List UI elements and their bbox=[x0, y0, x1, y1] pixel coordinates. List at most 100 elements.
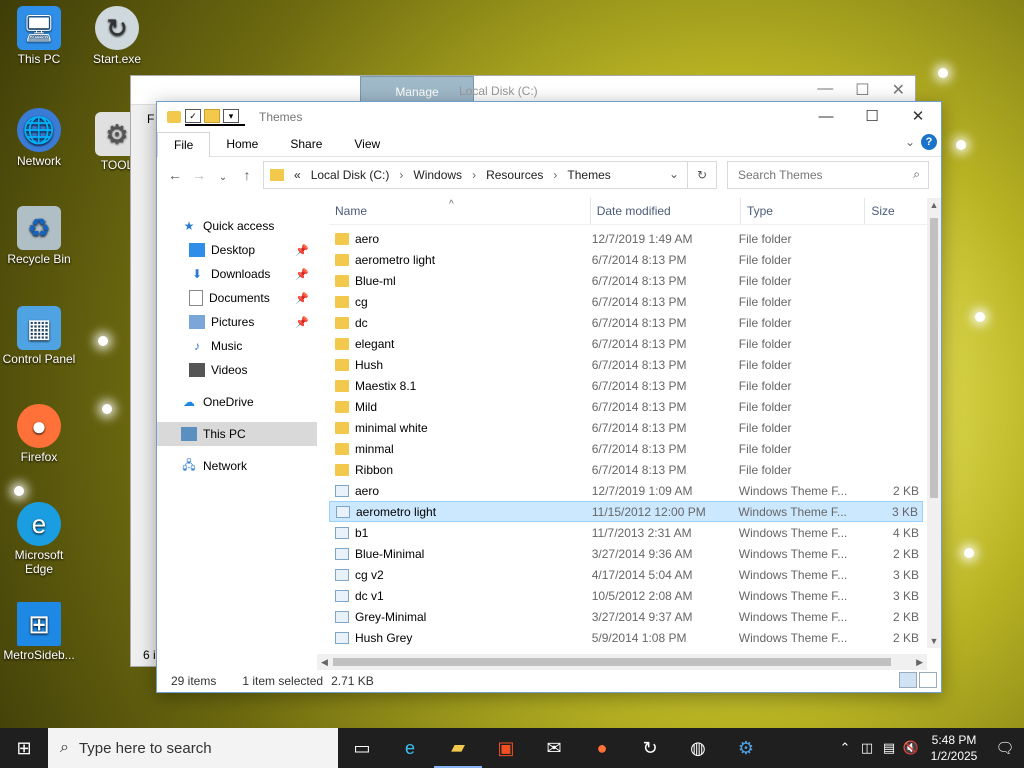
column-header-name[interactable]: ^ Name bbox=[329, 198, 590, 224]
address-bar[interactable]: « Local Disk (C:) › Windows › Resources … bbox=[263, 161, 688, 189]
horizontal-scrollbar[interactable]: ◀ ▶ bbox=[317, 654, 927, 670]
file-row[interactable]: elegant 6/7/2014 8:13 PM File folder bbox=[329, 333, 923, 354]
pin-icon[interactable]: 📌 bbox=[295, 292, 309, 305]
tab-share[interactable]: Share bbox=[274, 132, 338, 156]
pin-icon[interactable]: 📌 bbox=[295, 268, 309, 281]
breadcrumb-separator-icon[interactable]: › bbox=[472, 168, 476, 182]
file-row[interactable]: minmal 6/7/2014 8:13 PM File folder bbox=[329, 438, 923, 459]
column-header-type[interactable]: Type bbox=[739, 198, 864, 224]
close-icon[interactable]: ✕ bbox=[892, 80, 905, 100]
file-row[interactable]: Blue-Minimal 3/27/2014 9:36 AM Windows The… bbox=[329, 543, 923, 564]
breadcrumb-resources[interactable]: Resources bbox=[486, 168, 543, 182]
expand-ribbon-icon[interactable]: ⌄ bbox=[905, 135, 915, 149]
help-icon[interactable]: ? bbox=[921, 134, 937, 150]
file-row[interactable]: Hush 6/7/2014 8:13 PM File folder bbox=[329, 354, 923, 375]
forward-button[interactable]: → bbox=[187, 167, 211, 183]
details-view-icon[interactable] bbox=[899, 672, 917, 688]
new-folder-icon[interactable] bbox=[204, 109, 220, 123]
task-view-button[interactable]: ▭ bbox=[338, 728, 386, 768]
desktop-icon-control-panel[interactable]: ▦ Control Panel bbox=[0, 306, 78, 366]
scroll-up-icon[interactable]: ▲ bbox=[927, 200, 941, 210]
up-button[interactable]: ↑ bbox=[235, 167, 259, 183]
breadcrumb-overflow[interactable]: « bbox=[294, 168, 301, 182]
recent-locations-button[interactable]: ⌄ bbox=[211, 167, 235, 183]
pin-icon[interactable]: 📌 bbox=[295, 244, 309, 257]
customize-quick-access-icon[interactable]: ▾ bbox=[223, 109, 239, 123]
nav-quick-access[interactable]: ★ Quick access bbox=[157, 214, 317, 238]
notifications-icon[interactable]: 🗨 bbox=[986, 739, 1024, 757]
explorer-window-themes[interactable]: ✓ ▾ Themes — ☐ ✕ File Home Share View ⌄ … bbox=[156, 101, 942, 693]
desktop-icon-firefox[interactable]: ● Firefox bbox=[0, 404, 78, 464]
nav-this-pc[interactable]: This PC bbox=[157, 422, 317, 446]
desktop-icon-microsoft-edge[interactable]: e Microsoft Edge bbox=[0, 502, 78, 576]
desktop-icon-metrosidebar[interactable]: ⊞ MetroSideb... bbox=[0, 602, 78, 662]
tab-view[interactable]: View bbox=[338, 132, 396, 156]
search-box[interactable]: ⌕ bbox=[727, 161, 929, 189]
taskbar-start-exe[interactable]: ↻ bbox=[626, 728, 674, 768]
taskbar-search[interactable]: ⌕ Type here to search bbox=[48, 728, 338, 768]
taskbar-globe-app[interactable]: ◍ bbox=[674, 728, 722, 768]
camera-icon[interactable]: ◫ bbox=[856, 740, 878, 756]
horizontal-scroll-thumb[interactable] bbox=[333, 658, 891, 666]
desktop-icon-this-pc[interactable]: 🖥 This PC bbox=[0, 6, 78, 66]
nav-onedrive[interactable]: ☁ OneDrive bbox=[157, 390, 317, 414]
nav-item-documents[interactable]: Documents 📌 bbox=[157, 286, 317, 310]
network-icon[interactable]: ▤ bbox=[878, 740, 900, 756]
close-button[interactable]: ✕ bbox=[895, 102, 941, 130]
file-row[interactable]: dc 6/7/2014 8:13 PM File folder bbox=[329, 312, 923, 333]
file-row[interactable]: dc v1 10/5/2012 2:08 AM Windows Theme F...… bbox=[329, 585, 923, 606]
large-icons-view-icon[interactable] bbox=[919, 672, 937, 688]
pin-icon[interactable]: 📌 bbox=[295, 316, 309, 329]
file-row[interactable]: minimal white 6/7/2014 8:13 PM File folder bbox=[329, 417, 923, 438]
search-input[interactable] bbox=[736, 167, 900, 183]
maximize-icon[interactable]: ☐ bbox=[855, 80, 869, 100]
taskbar-store[interactable]: ▣ bbox=[482, 728, 530, 768]
scroll-left-icon[interactable]: ◀ bbox=[321, 654, 328, 670]
taskbar-file-explorer[interactable]: ▰ bbox=[434, 728, 482, 768]
chevron-down-icon[interactable]: ⌄ bbox=[669, 167, 679, 181]
breadcrumb-local-disk[interactable]: Local Disk (C:) bbox=[311, 168, 390, 182]
manage-tab[interactable]: Manage bbox=[360, 76, 474, 104]
nav-item-pictures[interactable]: Pictures 📌 bbox=[157, 310, 317, 334]
nav-item-videos[interactable]: Videos bbox=[157, 358, 317, 382]
file-row[interactable]: Hush Grey 5/9/2014 1:08 PM Windows Theme F… bbox=[329, 627, 923, 648]
nav-item-downloads[interactable]: ⬇ Downloads 📌 bbox=[157, 262, 317, 286]
file-row[interactable]: aero 12/7/2019 1:49 AM File folder bbox=[329, 228, 923, 249]
breadcrumb-themes[interactable]: Themes bbox=[567, 168, 610, 182]
file-row[interactable]: aerometro light 6/7/2014 8:13 PM File fold… bbox=[329, 249, 923, 270]
refresh-button[interactable]: ↻ bbox=[687, 161, 717, 189]
tab-home[interactable]: Home bbox=[210, 132, 274, 156]
tab-file[interactable]: File bbox=[157, 131, 211, 157]
scroll-down-icon[interactable]: ▼ bbox=[927, 636, 941, 646]
nav-item-music[interactable]: ♪ Music bbox=[157, 334, 317, 358]
nav-item-desktop[interactable]: Desktop 📌 bbox=[157, 238, 317, 262]
column-header-date[interactable]: Date modified bbox=[589, 198, 740, 224]
nav-network[interactable]: 🖧 Network bbox=[157, 454, 317, 478]
file-row[interactable]: Grey-Minimal 3/27/2014 9:37 AM Windows The… bbox=[329, 606, 923, 627]
properties-icon[interactable]: ✓ bbox=[185, 109, 201, 123]
desktop-icon-start-exe[interactable]: ↻ Start.exe bbox=[78, 6, 156, 66]
desktop-icon-network[interactable]: 🌐 Network bbox=[0, 108, 78, 168]
taskbar-firefox[interactable]: ● bbox=[578, 728, 626, 768]
file-row[interactable]: cg v2 4/17/2014 5:04 AM Windows Theme F...… bbox=[329, 564, 923, 585]
file-row[interactable]: cg 6/7/2014 8:13 PM File folder bbox=[329, 291, 923, 312]
file-row[interactable]: b1 11/7/2013 2:31 AM Windows Theme F... 4 K… bbox=[329, 522, 923, 543]
chevron-up-icon[interactable]: ⌃ bbox=[834, 740, 856, 756]
file-row[interactable]: Blue-ml 6/7/2014 8:13 PM File folder bbox=[329, 270, 923, 291]
clock[interactable]: 5:48 PM 1/2/2025 bbox=[922, 732, 986, 764]
file-row[interactable]: aero 12/7/2019 1:09 AM Windows Theme F... 2… bbox=[329, 480, 923, 501]
desktop-icon-recycle-bin[interactable]: ♻ Recycle Bin bbox=[0, 206, 78, 266]
scroll-right-icon[interactable]: ▶ bbox=[916, 654, 923, 670]
file-row[interactable]: Ribbon 6/7/2014 8:13 PM File folder bbox=[329, 459, 923, 480]
taskbar-tool-app[interactable]: ⚙ bbox=[722, 728, 770, 768]
file-row[interactable]: Maestix 8.1 6/7/2014 8:13 PM File folder bbox=[329, 375, 923, 396]
file-row[interactable]: aerometro light 11/15/2012 12:00 PM Window… bbox=[329, 501, 923, 522]
breadcrumb-windows[interactable]: Windows bbox=[413, 168, 462, 182]
maximize-button[interactable]: ☐ bbox=[849, 102, 895, 130]
start-button[interactable]: ⊞ bbox=[0, 728, 48, 768]
vertical-scrollbar[interactable]: ▲ ▼ bbox=[927, 198, 941, 648]
minimize-icon[interactable]: — bbox=[817, 80, 833, 100]
vertical-scroll-thumb[interactable] bbox=[930, 218, 938, 498]
minimize-button[interactable]: — bbox=[803, 102, 849, 130]
breadcrumb-separator-icon[interactable]: › bbox=[553, 168, 557, 182]
